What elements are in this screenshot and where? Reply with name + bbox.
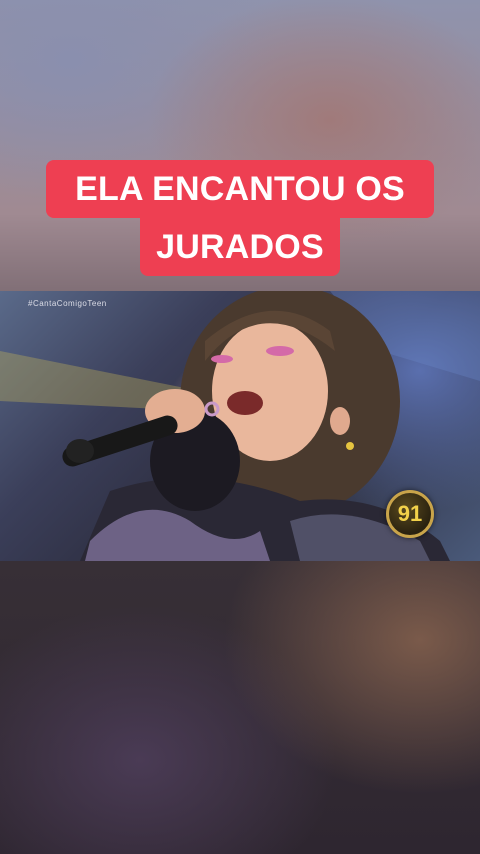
score-badge: 91 [386,490,434,538]
blurred-bottom-area [0,561,480,854]
caption-overlay: ELA ENCANTOU OS JURADOS [0,160,480,276]
caption-line-1: ELA ENCANTOU OS [46,160,434,218]
show-hashtag-watermark: #CantaComigoTeen [28,299,107,308]
caption-line-2: JURADOS [140,218,340,276]
video-frame[interactable]: #CantaComigoTeen 91 [0,291,480,561]
